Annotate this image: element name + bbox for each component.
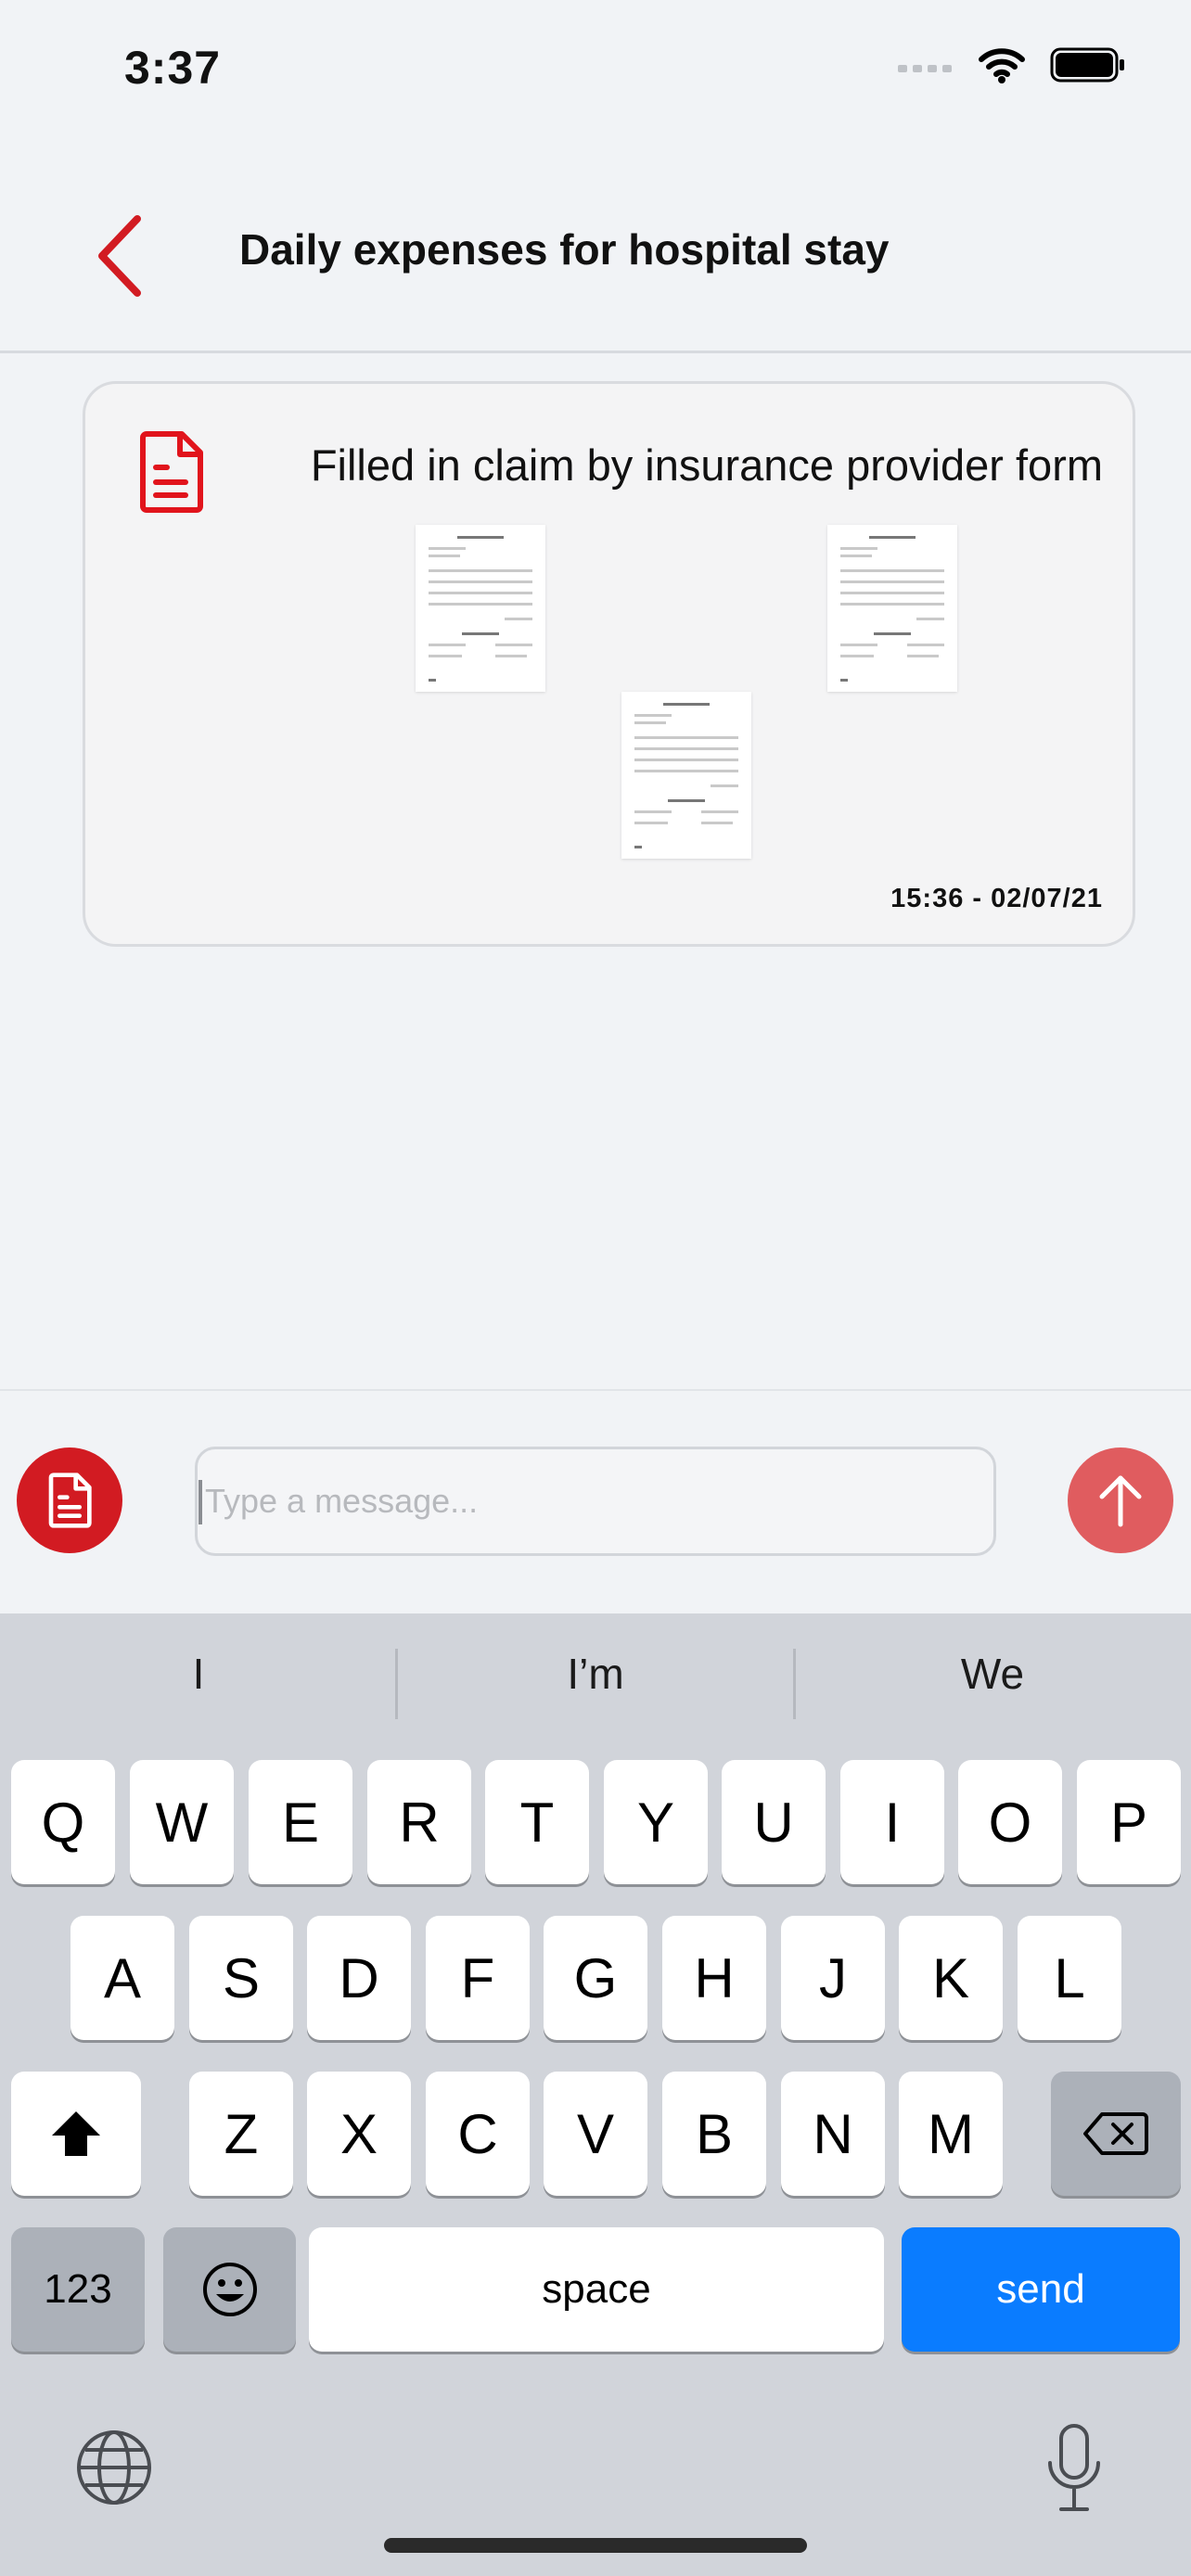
message-title: Filled in claim by insurance provider fo… [310,440,1103,490]
header: Daily expenses for hospital stay [0,158,1191,352]
key-p[interactable]: P [1077,1760,1181,1884]
key-g[interactable]: G [544,1916,647,2040]
message-input[interactable] [195,1447,996,1556]
key-y[interactable]: Y [604,1760,708,1884]
microphone-icon [1048,2424,1100,2511]
key-q[interactable]: Q [11,1760,115,1884]
key-e[interactable]: E [249,1760,352,1884]
screen: 3:37 Daily expenses for hospital stay Fi… [0,0,1191,2576]
text-caret [198,1480,202,1524]
key-w[interactable]: W [130,1760,234,1884]
key-j[interactable]: J [781,1916,885,2040]
key-a[interactable]: A [70,1916,174,2040]
header-divider [0,351,1191,353]
emoji-icon [202,2263,257,2316]
key-n[interactable]: N [781,2072,885,2196]
key-o[interactable]: O [958,1760,1062,1884]
suggestion-bar: I I’m We [0,1613,1191,1753]
arrow-up-icon [1099,1475,1142,1527]
suggestion-item[interactable]: We [794,1649,1191,1699]
chevron-left-icon [98,215,141,297]
battery-icon [1050,47,1124,83]
composer-divider [0,1389,1191,1391]
backspace-key[interactable] [1051,2072,1181,2196]
attachment-thumbnail[interactable] [621,692,751,859]
key-z[interactable]: Z [189,2072,293,2196]
message-card[interactable]: Filled in claim by insurance provider fo… [83,381,1135,947]
key-c[interactable]: C [426,2072,530,2196]
key-m[interactable]: M [899,2072,1003,2196]
shift-icon [52,2111,100,2156]
globe-key[interactable] [74,2428,154,2507]
shift-key[interactable] [11,2072,141,2196]
status-time: 3:37 [124,42,222,94]
key-f[interactable]: F [426,1916,530,2040]
document-icon [48,1473,92,1528]
home-indicator [384,2538,807,2553]
back-button[interactable] [89,210,154,302]
key-h[interactable]: H [662,1916,766,2040]
attachment-thumbnail[interactable] [827,525,957,692]
cellular-signal-icon [898,65,952,72]
wifi-icon [979,48,1025,83]
numbers-key[interactable]: 123 [11,2227,145,2352]
dictation-key[interactable] [1044,2422,1104,2515]
status-icons [898,46,1126,83]
key-d[interactable]: D [307,1916,411,2040]
space-key[interactable]: space [309,2227,884,2352]
message-timestamp: 15:36 - 02/07/21 [890,884,1103,913]
document-icon [140,431,203,513]
send-message-button[interactable] [1068,1447,1173,1553]
keyboard-send-key[interactable]: send [902,2227,1180,2352]
emoji-key[interactable] [163,2227,296,2352]
attach-document-button[interactable] [17,1447,122,1553]
attachment-thumbnail[interactable] [416,525,545,692]
key-l[interactable]: L [1018,1916,1121,2040]
key-k[interactable]: K [899,1916,1003,2040]
key-s[interactable]: S [189,1916,293,2040]
key-u[interactable]: U [722,1760,826,1884]
suggestion-item[interactable]: I’m [397,1649,794,1699]
key-b[interactable]: B [662,2072,766,2196]
page-title: Daily expenses for hospital stay [239,225,890,274]
suggestion-item[interactable]: I [0,1649,397,1699]
globe-icon [77,2430,151,2505]
backspace-icon [1083,2112,1148,2155]
key-v[interactable]: V [544,2072,647,2196]
key-t[interactable]: T [485,1760,589,1884]
keyboard: I I’m We Q W E R T Y U I O P A S D F G H… [0,1613,1191,2576]
key-i[interactable]: I [840,1760,944,1884]
key-x[interactable]: X [307,2072,411,2196]
key-r[interactable]: R [367,1760,471,1884]
